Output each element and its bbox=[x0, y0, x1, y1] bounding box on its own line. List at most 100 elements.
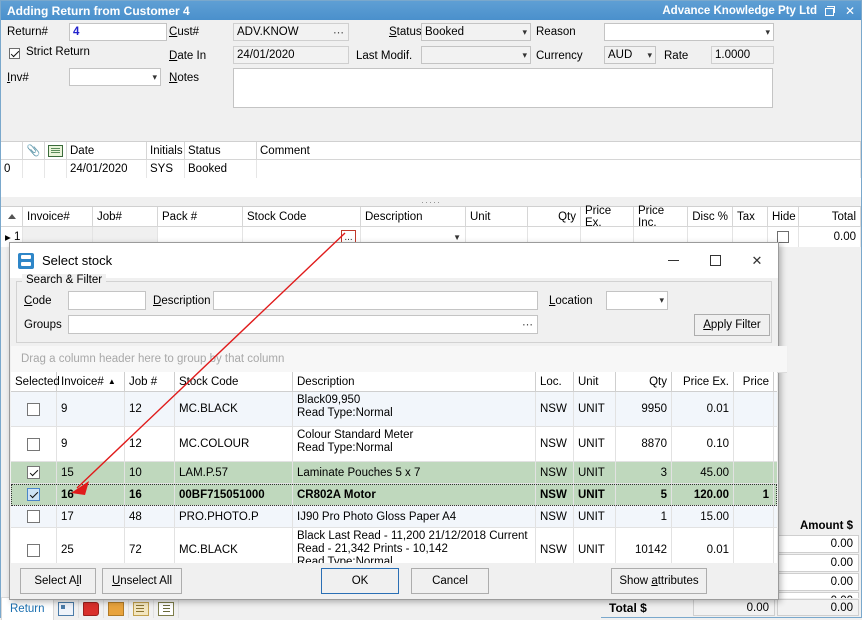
table-row[interactable]: 9 12 MC.BLACK Black09,950 Read Type:Norm… bbox=[11, 392, 777, 427]
col-price-ex[interactable]: Price Ex. bbox=[581, 207, 634, 226]
status-combo[interactable]: Booked ▾ bbox=[421, 23, 531, 41]
return-no-field[interactable]: 4 bbox=[69, 23, 167, 41]
dialog-minimize-button[interactable] bbox=[652, 243, 694, 278]
col-description[interactable]: Description bbox=[361, 207, 466, 226]
col-loc[interactable]: Loc. bbox=[536, 372, 574, 391]
strict-return-checkbox[interactable] bbox=[9, 48, 20, 59]
col-selector[interactable] bbox=[1, 207, 23, 226]
unselect-all-button[interactable]: Unselect All bbox=[102, 568, 182, 594]
date-in-field[interactable]: 24/01/2020 bbox=[233, 46, 349, 64]
col-price-inc[interactable]: Price bbox=[734, 372, 774, 391]
col-job[interactable]: Job # bbox=[125, 372, 175, 391]
chevron-down-icon[interactable]: ▼ bbox=[453, 233, 461, 242]
cell-selected[interactable] bbox=[11, 462, 57, 483]
groups-input[interactable]: ⋯ bbox=[68, 315, 538, 334]
col-qty[interactable]: Qty bbox=[528, 207, 581, 226]
toolbar-book-button[interactable] bbox=[79, 599, 104, 618]
col-price-ex[interactable]: Price Ex. bbox=[672, 372, 734, 391]
cell-loc: NSW bbox=[536, 528, 574, 563]
rate-field[interactable]: 1.0000 bbox=[711, 46, 774, 64]
last-modif-combo[interactable]: ▾ bbox=[421, 46, 531, 64]
table-row[interactable]: 15 10 LAM.P.57 Laminate Pouches 5 x 7 NS… bbox=[11, 462, 777, 484]
col-job[interactable]: Job# bbox=[93, 207, 158, 226]
col-stock-code[interactable]: Stock Code bbox=[175, 372, 293, 391]
cell-price-ex: 0.01 bbox=[672, 392, 734, 426]
table-row[interactable]: 9 12 MC.COLOUR Colour Standard Meter Rea… bbox=[11, 427, 777, 462]
col-hide[interactable]: Hide bbox=[768, 207, 799, 226]
dialog-maximize-button[interactable] bbox=[694, 243, 736, 278]
col-unit[interactable]: Unit bbox=[574, 372, 616, 391]
ok-button[interactable]: OK bbox=[321, 568, 399, 594]
inv-no-combo[interactable]: ▾ bbox=[69, 68, 161, 86]
cell-selected[interactable] bbox=[11, 392, 57, 426]
notes-textarea[interactable] bbox=[233, 68, 773, 108]
cell-invoice: 17 bbox=[57, 506, 125, 527]
cancel-button[interactable]: Cancel bbox=[411, 568, 489, 594]
dialog-close-button[interactable]: ✕ bbox=[736, 243, 778, 278]
row-checkbox[interactable] bbox=[27, 403, 40, 416]
col-total[interactable]: Total bbox=[799, 207, 861, 226]
table-row[interactable]: 0 24/01/2020 SYS Booked bbox=[1, 160, 861, 178]
row-checkbox[interactable] bbox=[27, 488, 40, 501]
cell-job: 12 bbox=[125, 427, 175, 461]
currency-combo[interactable]: AUD ▾ bbox=[604, 46, 656, 64]
cust-no-field[interactable]: ADV.KNOW ⋯ bbox=[233, 23, 349, 41]
apply-filter-button[interactable]: Apply Filter bbox=[694, 314, 770, 336]
table-row[interactable]: 25 72 MC.BLACK Black Last Read - 11,200 … bbox=[11, 528, 777, 563]
ellipsis-icon[interactable]: ⋯ bbox=[522, 318, 534, 331]
cell-price-inc bbox=[734, 462, 774, 483]
toolbar-card-button[interactable] bbox=[54, 599, 79, 618]
cell-selected[interactable] bbox=[11, 528, 57, 563]
group-by-panel[interactable]: Drag a column header here to group by th… bbox=[11, 346, 787, 373]
tab-return[interactable]: Return bbox=[1, 597, 54, 620]
col-price-inc[interactable]: Price Inc. bbox=[634, 207, 688, 226]
show-attributes-label: Show attributes bbox=[619, 575, 698, 587]
toolbar-folder-button[interactable] bbox=[104, 599, 129, 618]
cell-attachment[interactable] bbox=[23, 160, 45, 178]
amount-cell: 0.00 bbox=[769, 554, 859, 572]
row-checkbox[interactable] bbox=[27, 544, 40, 557]
close-window-button[interactable]: ✕ bbox=[839, 1, 861, 20]
col-pack[interactable]: Pack # bbox=[158, 207, 243, 226]
ellipsis-icon[interactable]: ⋯ bbox=[333, 26, 345, 39]
toolbar-document-button[interactable] bbox=[129, 599, 154, 618]
table-row[interactable]: 17 48 PRO.PHOTO.P IJ90 Pro Photo Gloss P… bbox=[11, 506, 777, 528]
total-bar: Total $ 0.00 0.00 bbox=[601, 598, 861, 617]
col-disc[interactable]: Disc % bbox=[688, 207, 733, 226]
table-row[interactable]: 16 16 00BF715051000 CR802A Motor NSW UNI… bbox=[11, 484, 777, 506]
col-tax[interactable]: Tax bbox=[733, 207, 768, 226]
col-invoice[interactable]: Invoice# bbox=[23, 207, 93, 226]
description-input[interactable] bbox=[213, 291, 538, 310]
row-checkbox[interactable] bbox=[27, 466, 40, 479]
cell-loc: NSW bbox=[536, 484, 574, 505]
location-combo[interactable]: ▾ bbox=[606, 291, 668, 310]
cell-stock-code: 00BF715051000 bbox=[175, 484, 293, 505]
cell-note[interactable] bbox=[45, 160, 67, 178]
code-input[interactable] bbox=[68, 291, 146, 310]
cell-selected[interactable] bbox=[11, 427, 57, 461]
cell-unit: UNIT bbox=[574, 528, 616, 563]
row-checkbox[interactable] bbox=[27, 510, 40, 523]
col-invoice[interactable]: Invoice# ▲ bbox=[57, 372, 125, 391]
col-selected[interactable]: Selected bbox=[11, 372, 57, 391]
chevron-down-icon: ▾ bbox=[647, 50, 652, 61]
restore-icon bbox=[823, 6, 834, 16]
reason-combo[interactable]: ▾ bbox=[604, 23, 774, 41]
select-all-button[interactable]: Select All bbox=[20, 568, 96, 594]
col-description[interactable]: Description bbox=[293, 372, 536, 391]
amount-cell: 0.00 bbox=[769, 573, 859, 591]
col-stock-code[interactable]: Stock Code bbox=[243, 207, 361, 226]
col-attachment: 📎 bbox=[23, 142, 45, 159]
cell-selected[interactable] bbox=[11, 484, 57, 505]
list-icon bbox=[158, 602, 174, 616]
col-qty[interactable]: Qty bbox=[616, 372, 672, 391]
col-unit[interactable]: Unit bbox=[466, 207, 528, 226]
restore-window-button[interactable] bbox=[817, 1, 839, 20]
toolbar-list-button[interactable] bbox=[154, 599, 179, 618]
show-attributes-button[interactable]: Show attributes bbox=[611, 568, 707, 594]
cell-selected[interactable] bbox=[11, 506, 57, 527]
cell-unit: UNIT bbox=[574, 427, 616, 461]
book-icon bbox=[83, 602, 99, 616]
row-checkbox[interactable] bbox=[27, 438, 40, 451]
col-initials: Initials bbox=[147, 142, 185, 159]
